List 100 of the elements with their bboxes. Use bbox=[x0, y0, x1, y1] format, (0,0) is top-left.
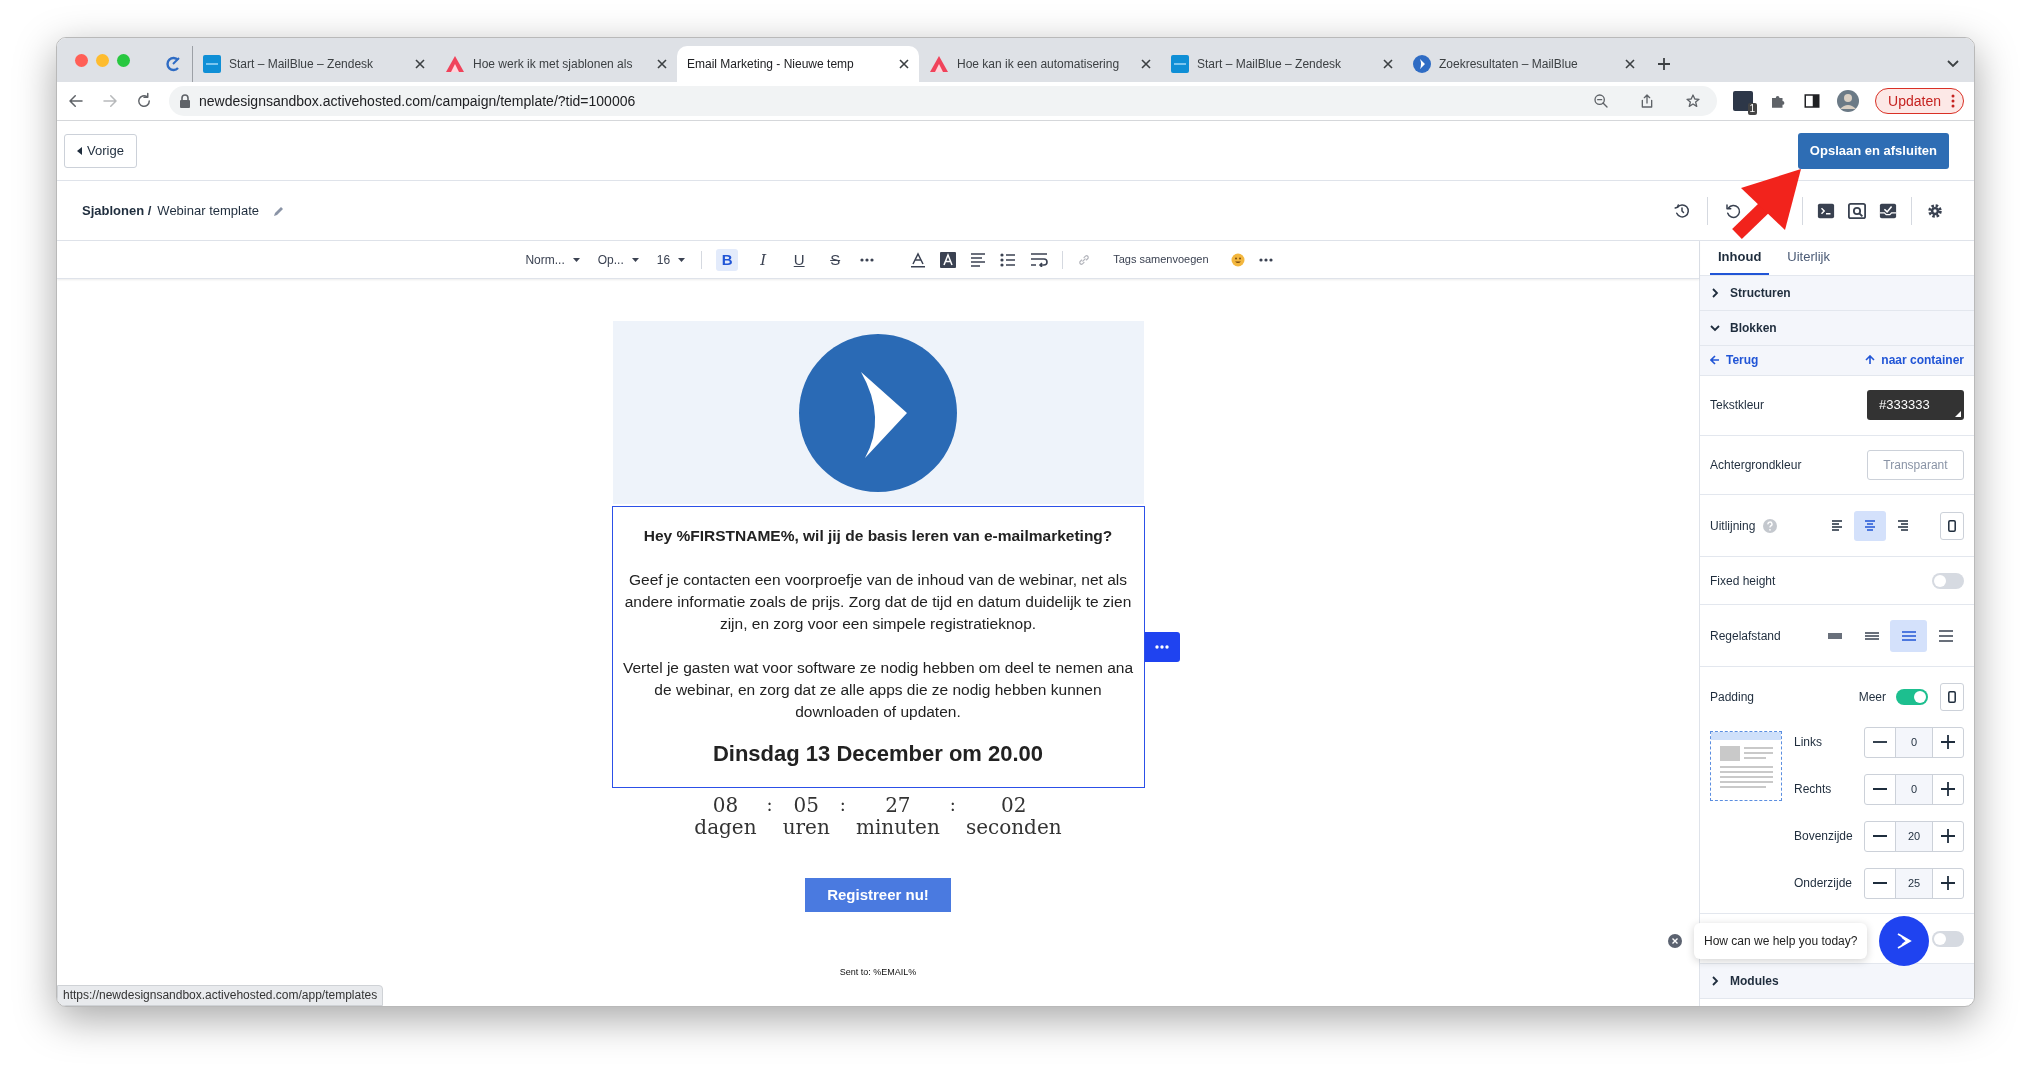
minus-icon[interactable] bbox=[1873, 788, 1887, 791]
field-label: Fixed height bbox=[1710, 572, 1776, 590]
side-panel-icon[interactable] bbox=[1803, 92, 1822, 110]
more-icon[interactable] bbox=[860, 257, 875, 262]
background-color-field[interactable]: Transparant bbox=[1867, 450, 1964, 480]
number-stepper[interactable]: 20 bbox=[1864, 820, 1964, 852]
avatar-icon[interactable] bbox=[1837, 90, 1860, 112]
countdown-unit: minuten bbox=[855, 816, 940, 838]
refresh-logo-icon[interactable] bbox=[164, 55, 182, 73]
field-label: Achtergrondkleur bbox=[1710, 457, 1802, 474]
browser-tab[interactable]: Email Marketing - Nieuwe temp bbox=[677, 46, 919, 82]
align-icon[interactable] bbox=[970, 252, 987, 267]
field-label: Uitlijning bbox=[1710, 517, 1756, 535]
section-header[interactable]: Structuren bbox=[1700, 276, 1974, 311]
browser-tab[interactable]: Hoe kan ik een automatisering bbox=[919, 46, 1161, 82]
format-button[interactable]: I bbox=[752, 248, 775, 271]
chevron-down-icon bbox=[1710, 323, 1720, 332]
field-label: Tekstkleur bbox=[1710, 397, 1765, 415]
back-button[interactable]: Vorige bbox=[64, 133, 137, 168]
line-spacing-option[interactable] bbox=[1890, 619, 1927, 652]
new-tab-plus-icon[interactable] bbox=[1657, 57, 1671, 71]
undo-icon[interactable] bbox=[1724, 201, 1742, 220]
toggle-switch[interactable] bbox=[1896, 688, 1928, 705]
star-icon[interactable] bbox=[1685, 93, 1702, 109]
event-date: Dinsdag 13 December om 20.00 bbox=[711, 743, 1045, 765]
number-stepper[interactable]: 25 bbox=[1864, 867, 1964, 899]
breadcrumb-link[interactable]: Sjablonen / bbox=[82, 200, 152, 221]
close-icon[interactable] bbox=[1141, 59, 1151, 69]
mobile-view-button[interactable] bbox=[1940, 511, 1964, 540]
toolbar-dropdown[interactable]: 16 bbox=[654, 250, 688, 269]
more-icon bbox=[1155, 645, 1169, 649]
plus-icon[interactable] bbox=[1941, 829, 1955, 844]
browser-tab[interactable]: Start – MailBlue – Zendesk bbox=[193, 46, 435, 82]
alignment-option[interactable] bbox=[1854, 510, 1886, 541]
highlight-color-icon[interactable] bbox=[940, 251, 957, 268]
chat-launcher-button[interactable] bbox=[1879, 916, 1930, 966]
plus-icon[interactable] bbox=[1941, 782, 1955, 797]
close-icon[interactable] bbox=[657, 59, 667, 69]
update-button[interactable]: Updaten bbox=[1875, 88, 1964, 114]
toolbar-dropdown[interactable]: Norm... bbox=[523, 250, 582, 269]
format-button[interactable]: U bbox=[788, 248, 811, 271]
format-button[interactable]: B bbox=[716, 248, 739, 271]
block-options-button[interactable] bbox=[1144, 632, 1180, 662]
back-link[interactable]: Terug bbox=[1710, 351, 1759, 370]
text-color-icon[interactable] bbox=[910, 251, 927, 268]
chevron-down-icon[interactable] bbox=[1946, 59, 1960, 69]
kebab-menu-icon bbox=[1951, 94, 1955, 108]
bullet-list-icon[interactable] bbox=[1000, 252, 1017, 267]
browser-tab[interactable]: Zoekresultaten – MailBlue bbox=[1403, 46, 1645, 82]
email-paragraph: Geef je contacten een voorproefje van de inhoud van de webinar, net als andere informatie zoals de prijs. Zorg dat de tijd en datum duidelijk te zien zijn, en zorg voor een simpele registratieknop. bbox=[623, 570, 1133, 634]
minus-icon[interactable] bbox=[1873, 882, 1887, 885]
color-picker[interactable]: #333333 bbox=[1867, 390, 1964, 421]
section-header[interactable]: Modules bbox=[1700, 964, 1974, 1000]
code-terminal-icon[interactable] bbox=[1817, 201, 1835, 220]
address-field[interactable]: newdesignsandbox.activehosted.com/campaign/template/?tid=100006 bbox=[169, 86, 1718, 116]
more-icon[interactable] bbox=[1258, 257, 1273, 262]
browser-tab[interactable]: Start – MailBlue – Zendesk bbox=[1161, 46, 1403, 82]
plus-icon[interactable] bbox=[1941, 735, 1955, 750]
pencil-icon[interactable] bbox=[273, 204, 285, 217]
wrap-text-icon[interactable] bbox=[1030, 252, 1049, 267]
minus-icon[interactable] bbox=[1873, 835, 1887, 838]
field-label: Rechts bbox=[1794, 781, 1832, 799]
settings-icon[interactable] bbox=[1926, 201, 1944, 220]
format-button[interactable]: S bbox=[824, 248, 847, 271]
close-icon[interactable] bbox=[415, 59, 425, 69]
close-icon[interactable] bbox=[1625, 59, 1635, 69]
section-header[interactable]: Blokken bbox=[1700, 310, 1974, 346]
plus-icon[interactable] bbox=[1941, 876, 1955, 891]
zoom-out-icon[interactable] bbox=[1593, 93, 1610, 109]
inbox-check-icon[interactable] bbox=[1879, 201, 1897, 220]
triangle-logo-icon bbox=[929, 55, 949, 73]
caret-down-icon bbox=[631, 257, 639, 262]
tags-button[interactable]: Tags samenvoegen bbox=[1105, 251, 1217, 268]
container-link[interactable]: naar container bbox=[1865, 351, 1964, 370]
back-arrow-icon[interactable] bbox=[67, 92, 85, 110]
padding-preview-drawing bbox=[1710, 730, 1782, 801]
close-icon[interactable] bbox=[899, 59, 909, 69]
close-icon[interactable] bbox=[1383, 59, 1393, 69]
phone-icon bbox=[1948, 519, 1956, 532]
close-circle-icon[interactable] bbox=[1668, 934, 1682, 948]
toggle-switch[interactable] bbox=[1932, 930, 1964, 947]
save-button[interactable]: Opslaan en afsluiten bbox=[1797, 132, 1949, 169]
panel-tab[interactable]: Uiterlijk bbox=[1779, 240, 1838, 275]
lock-icon bbox=[179, 94, 191, 108]
line-spacing-icon bbox=[1901, 630, 1916, 641]
toggle-switch[interactable] bbox=[1932, 572, 1964, 589]
number-stepper[interactable]: 0 bbox=[1864, 726, 1964, 758]
countdown-value: 08 bbox=[712, 794, 739, 816]
caret-down-icon bbox=[678, 257, 686, 262]
minus-icon[interactable] bbox=[1873, 741, 1887, 744]
register-button[interactable]: Registreer nu! bbox=[805, 878, 951, 912]
history-icon[interactable] bbox=[1673, 201, 1691, 220]
toolbar-dropdown[interactable]: Op... bbox=[595, 250, 641, 269]
emoji-icon[interactable] bbox=[1230, 252, 1245, 267]
preview-icon[interactable] bbox=[1848, 201, 1866, 220]
field-label: Bovenzijde bbox=[1794, 828, 1853, 846]
reload-icon[interactable] bbox=[135, 92, 153, 110]
browser-tab[interactable]: Hoe werk ik met sjablonen als bbox=[435, 46, 677, 82]
number-stepper[interactable]: 0 bbox=[1864, 773, 1964, 805]
mobile-view-button[interactable] bbox=[1940, 682, 1964, 711]
